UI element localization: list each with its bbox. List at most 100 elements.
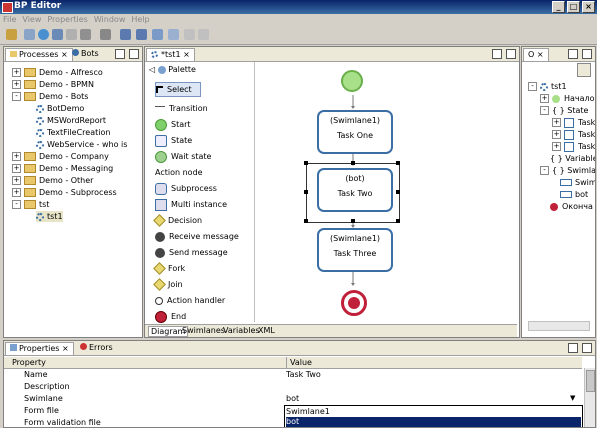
menu-properties[interactable]: Properties — [44, 14, 90, 26]
tree-item[interactable]: MSWordReport — [36, 115, 106, 126]
minimize-view-button[interactable] — [568, 49, 578, 59]
tree-item[interactable]: + Demo - Alfresco — [12, 67, 103, 78]
task-node[interactable]: (Swimlane1) Task One — [317, 110, 393, 154]
start-node[interactable] — [341, 70, 363, 92]
new-icon[interactable] — [6, 29, 17, 40]
scrollbar-thumb[interactable] — [586, 370, 595, 392]
delete-icon[interactable] — [100, 29, 111, 40]
resize-handle[interactable] — [304, 190, 308, 194]
copy-icon[interactable] — [168, 29, 179, 40]
tab-errors[interactable]: Errors — [76, 342, 117, 354]
palette-subprocess[interactable]: Subprocess — [155, 182, 217, 195]
properties-scrollbar[interactable] — [584, 368, 595, 427]
outline-item[interactable]: - tst1 — [528, 81, 567, 92]
swimlane-select[interactable]: bot — [286, 394, 580, 403]
expand-icon[interactable]: + — [552, 130, 561, 139]
outline-toggle-icon[interactable] — [577, 63, 591, 77]
tab-xml[interactable]: XML — [258, 326, 275, 335]
table-row[interactable]: Description — [4, 382, 582, 392]
minimize-view-button[interactable] — [115, 49, 125, 59]
palette-multi-instance[interactable]: Multi instance — [155, 198, 227, 211]
palette-action-node[interactable]: Action node — [155, 166, 203, 179]
column-header-value[interactable]: Value — [290, 358, 312, 367]
maximize-view-button[interactable] — [129, 49, 139, 59]
table-row[interactable]: Name Task Two — [4, 370, 582, 380]
tree-item[interactable]: + Demo - Other — [12, 175, 93, 186]
outline-hscrollbar[interactable] — [528, 321, 590, 331]
outline-item[interactable]: + Task — [552, 129, 595, 140]
palette-action-handler[interactable]: Action handler — [155, 294, 225, 307]
report-icon[interactable] — [136, 29, 147, 40]
tree-item[interactable]: + Demo - Subprocess — [12, 187, 117, 198]
palette-transition[interactable]: Transition — [155, 102, 208, 115]
tree-item-selected[interactable]: tst1 — [36, 211, 63, 222]
tab-variables[interactable]: Variables — [223, 326, 260, 335]
expand-icon[interactable]: + — [12, 188, 21, 197]
outline-item[interactable]: + Task — [552, 117, 595, 128]
tree-item[interactable]: + Demo - BPMN — [12, 79, 94, 90]
outline-item[interactable]: Оконча — [550, 201, 593, 212]
tree-item[interactable]: - tst — [12, 199, 49, 210]
column-header-property[interactable]: Property — [12, 358, 46, 367]
diagram-canvas[interactable]: (Swimlane1) Task One (bot) Task Two (Swi… — [255, 62, 517, 322]
palette-join[interactable]: Join — [153, 278, 183, 291]
resize-handle[interactable] — [304, 219, 308, 223]
tree-item[interactable]: - Demo - Bots — [12, 91, 88, 102]
import-icon[interactable] — [80, 29, 91, 40]
maximize-view-button[interactable] — [582, 49, 592, 59]
tree-item[interactable]: + Demo - Company — [12, 151, 109, 162]
palette-end[interactable]: End — [155, 310, 186, 323]
outline-item[interactable]: Swim — [560, 177, 595, 188]
outline-item[interactable]: + Task — [552, 141, 595, 152]
outline-item[interactable]: + Начало — [540, 93, 595, 104]
resize-handle[interactable] — [396, 161, 400, 165]
palette-send-message[interactable]: Send message — [155, 246, 228, 259]
expand-icon[interactable]: + — [12, 164, 21, 173]
outline-item[interactable]: { } Variable — [550, 153, 595, 164]
palette-decision[interactable]: Decision — [153, 214, 202, 227]
expand-icon[interactable]: + — [12, 176, 21, 185]
task-node[interactable]: (Swimlane1) Task Three — [317, 228, 393, 272]
outline-item[interactable]: -{ } State — [540, 105, 588, 116]
tree-item[interactable]: + Demo - Messaging — [12, 163, 113, 174]
expand-icon[interactable]: + — [12, 80, 21, 89]
collapse-icon[interactable]: - — [12, 92, 21, 101]
tree-item[interactable]: WebService - who is — [36, 139, 127, 150]
menu-file[interactable]: File — [0, 14, 19, 26]
minimize-view-button[interactable] — [568, 343, 578, 353]
resize-handle[interactable] — [396, 190, 400, 194]
chevron-down-icon[interactable]: ▼ — [570, 394, 575, 402]
image-icon[interactable] — [120, 29, 131, 40]
end-node[interactable] — [341, 290, 367, 316]
tree-item[interactable]: TextFileCreation — [36, 127, 110, 138]
task-node-selected[interactable]: (bot) Task Two — [317, 168, 393, 212]
collapse-icon[interactable]: - — [540, 106, 549, 115]
table-row[interactable]: Swimlane bot ▼ — [4, 394, 582, 404]
tab-swimlanes[interactable]: Swimlanes — [182, 326, 225, 335]
expand-icon[interactable]: + — [12, 68, 21, 77]
resize-handle[interactable] — [351, 219, 355, 223]
globe-icon[interactable] — [38, 29, 49, 40]
expand-icon[interactable]: + — [552, 118, 561, 127]
save-icon[interactable] — [184, 29, 195, 40]
maximize-view-button[interactable] — [582, 343, 592, 353]
expand-icon[interactable]: + — [12, 152, 21, 161]
resize-handle[interactable] — [304, 161, 308, 165]
palette-start[interactable]: Start — [155, 118, 191, 131]
deploy-icon[interactable] — [52, 29, 63, 40]
palette-fork[interactable]: Fork — [153, 262, 185, 275]
minimize-button[interactable]: _ — [552, 1, 565, 13]
property-value[interactable]: Task Two — [286, 370, 321, 379]
outline-item[interactable]: -{ } Swimlan — [540, 165, 595, 176]
export-icon[interactable] — [66, 29, 77, 40]
palette-receive-message[interactable]: Receive message — [155, 230, 239, 243]
collapse-icon[interactable]: - — [540, 166, 549, 175]
tab-properties[interactable]: Properties × — [5, 342, 74, 355]
menu-help[interactable]: Help — [128, 14, 152, 26]
expand-icon[interactable]: + — [552, 142, 561, 151]
dropdown-option[interactable]: Swimlane1 — [286, 407, 581, 417]
resize-handle[interactable] — [396, 219, 400, 223]
menu-view[interactable]: View — [19, 14, 44, 26]
palette-state[interactable]: State — [155, 134, 192, 147]
open-icon[interactable] — [24, 29, 35, 40]
